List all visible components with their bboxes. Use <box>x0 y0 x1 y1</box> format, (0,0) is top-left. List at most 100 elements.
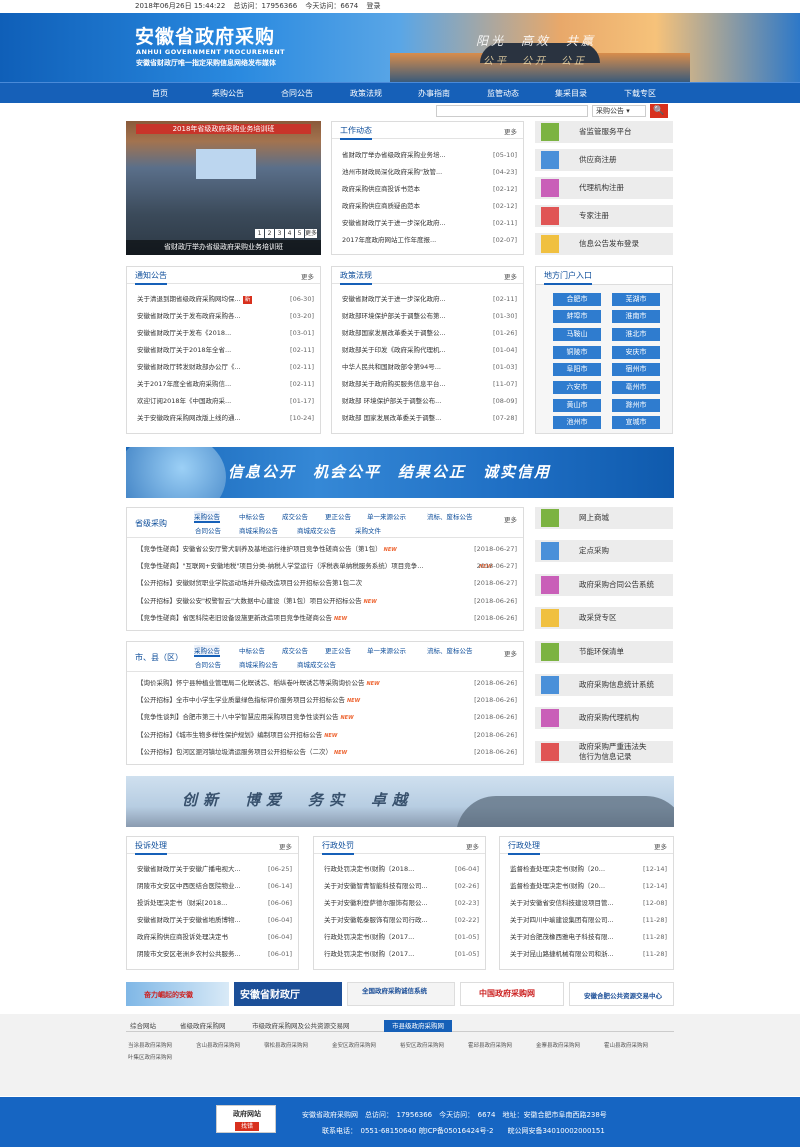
tab-county-sites[interactable]: 市县级政府采购网 <box>384 1020 452 1032</box>
nav-home[interactable]: 首页 <box>130 83 190 104</box>
list-item[interactable]: 关于2017年度全省政府采购信... [02-11] <box>137 376 314 393</box>
list-item[interactable]: 【竞争性磋商】安徽省公安厅警犬驯养及基地运行维护项目竞争性磋商公告（第1包） NE… <box>137 541 517 558</box>
tab-contract-notice[interactable]: 合同公告 <box>195 659 221 669</box>
nav-policy[interactable]: 政策法规 <box>336 83 396 104</box>
list-item[interactable]: 关于对四川中瑜建设集团有限公司... [11-28] <box>510 912 667 929</box>
list-item[interactable]: 监督检查处理决定书(财购〔20... [12-14] <box>510 861 667 878</box>
region-wuhu[interactable]: 芜湖市 <box>612 293 660 306</box>
link-anhui-rise[interactable]: 奋力崛起的安徽 <box>126 982 229 1006</box>
service-agency[interactable]: 政府采购代理机构 <box>535 707 673 729</box>
search-button[interactable]: 🔍 <box>650 104 668 118</box>
city-more[interactable]: 更多 <box>504 648 517 658</box>
link-finance-dept[interactable]: 安徽省财政厅 <box>234 982 342 1006</box>
tab-procurement-notice[interactable]: 采购公告 <box>194 645 220 657</box>
tab-provincial-sites[interactable]: 省级政府采购网 <box>180 1020 226 1032</box>
complaint-more[interactable]: 更多 <box>279 841 292 851</box>
list-item[interactable]: 阴陵市文安区中西医结合医院物业... [06-14] <box>137 878 292 895</box>
county-link[interactable]: 当涂县政府采购网 <box>128 1041 172 1049</box>
list-item[interactable]: 关于对安徽智青智能科技有限公司... [02-26] <box>324 878 479 895</box>
nav-download[interactable]: 下载专区 <box>610 83 670 104</box>
list-item[interactable]: 政府采购供应商质疑函范本 [02-12] <box>342 198 517 215</box>
tab-procurement-docs[interactable]: 采购文件 <box>355 525 381 535</box>
admin-more[interactable]: 更多 <box>654 841 667 851</box>
tab-mall-deal[interactable]: 商城成交公告 <box>297 659 336 669</box>
region-huangshan[interactable]: 黄山市 <box>553 399 601 412</box>
county-link[interactable]: 霍邱县政府采购网 <box>468 1041 512 1049</box>
list-item[interactable]: 关于对昆山路捷机械有限公司和浙... [11-28] <box>510 946 667 963</box>
region-maanshan[interactable]: 马鞍山 <box>553 328 601 341</box>
tab-deal-notice[interactable]: 成交公告 <box>282 645 308 655</box>
region-fuyang[interactable]: 阜阳市 <box>553 363 601 376</box>
list-item[interactable]: 安徽省财政厅关于发布《2018... [03-01] <box>137 325 314 342</box>
list-item[interactable]: 财政部 环境保护部关于调整公布... [08-09] <box>342 393 517 410</box>
list-item[interactable]: 安徽省财政厅关于发布政府采购各... [03-20] <box>137 308 314 325</box>
list-item[interactable]: 【公开招标】安徽公安"权警智云"大数据中心建设（第1包）项目公开招标公告 NEW[… <box>137 593 517 610</box>
list-item[interactable]: 中华人民共和国财政部令第94号... [01-03] <box>342 359 517 376</box>
service-eco-list[interactable]: 节能环保清单 <box>535 641 673 663</box>
county-link[interactable]: 裕安区政府采购网 <box>400 1041 444 1049</box>
region-bengbu[interactable]: 蚌埠市 <box>553 310 601 323</box>
nav-contract-notice[interactable]: 合同公告 <box>267 83 327 104</box>
list-item[interactable]: 行政处罚决定书(财购〔2017... [01-05] <box>324 929 479 946</box>
list-item[interactable]: 【竞争性磋商】"互联网+安徽地税"项目分类-纳税人学堂运行（浮税表单纳税服务系统… <box>137 558 463 575</box>
service-dishonesty-records[interactable]: 政府采购严重违法失信行为信息记录 <box>535 741 673 763</box>
list-item[interactable]: 【公开招标】包河区淝河镇垃圾清运服务项目公开招标公告（二次） NEW [2018-0… <box>137 744 517 761</box>
list-item[interactable]: 池州市财政局深化政府采购"放管... [04-23] <box>342 164 517 181</box>
service-expert-register[interactable]: 专家注册 <box>535 205 673 227</box>
nav-procurement-notice[interactable]: 采购公告 <box>198 83 258 104</box>
list-item[interactable]: 财政部关于印发《政府采购代理机... [01-04] <box>342 342 517 359</box>
list-item[interactable]: 【竞争性磋商】省医科院老旧设备设施更新改造项目竞争性磋商公告 NEW [2018-0… <box>137 610 517 627</box>
county-link[interactable]: 金安区政府采购网 <box>332 1041 376 1049</box>
region-suzhou[interactable]: 宿州市 <box>612 363 660 376</box>
tab-award-notice[interactable]: 中标公告 <box>239 645 265 655</box>
tab-mall-procurement[interactable]: 商城采购公告 <box>239 525 278 535</box>
list-item[interactable]: 【竞争性谈判】合肥市第三十八中学智慧应用采购项目竞争性谈判公告 NEW [2018-… <box>137 709 517 726</box>
login-link[interactable]: 登录 <box>366 2 380 10</box>
link-ccgp[interactable]: 中国政府采购网 <box>460 982 564 1006</box>
tab-mall-deal[interactable]: 商城成交公告 <box>297 525 336 535</box>
tab-deal-notice[interactable]: 成交公告 <box>282 511 308 521</box>
slider-page-5[interactable]: 5 <box>295 229 304 238</box>
list-item[interactable]: 阴陵市文安区老洲乡农村公共服务... [06-01] <box>137 946 292 963</box>
tab-mall-procurement[interactable]: 商城采购公告 <box>239 659 278 669</box>
list-item[interactable]: 关于安徽政府采购网改版上线的通... [10-24] <box>137 410 314 427</box>
service-supplier-register[interactable]: 供应商注册 <box>535 149 673 171</box>
tab-failed-bid[interactable]: 流标、废标公告 <box>427 645 473 655</box>
service-supervision-platform[interactable]: 省监管服务平台 <box>535 121 673 143</box>
tab-single-source[interactable]: 单一来源公示 <box>367 645 406 655</box>
tab-general-sites[interactable]: 综合网站 <box>130 1020 156 1032</box>
tab-correction-notice[interactable]: 更正公告 <box>325 511 351 521</box>
region-chuzhou[interactable]: 滁州市 <box>612 399 660 412</box>
list-item[interactable]: 欢迎订阅2018年《中国政府采... [01-17] <box>137 393 314 410</box>
link-hefei-exchange[interactable]: 安徽合肥公共资源交易中心 <box>569 982 674 1006</box>
county-link[interactable]: 含山县政府采购网 <box>196 1041 240 1049</box>
list-item[interactable]: 政府采购供应商投诉处理决定书 [06-04] <box>137 929 292 946</box>
region-huaibei[interactable]: 淮北市 <box>612 328 660 341</box>
list-item[interactable]: 投诉处理决定书（财采[2018... [06-06] <box>137 895 292 912</box>
county-link[interactable]: 金寨县政府采购网 <box>536 1041 580 1049</box>
service-designated-procurement[interactable]: 定点采购 <box>535 540 673 562</box>
nav-guide[interactable]: 办事指南 <box>404 83 464 104</box>
list-item[interactable]: 财政部 国家发展改革委关于调整... [07-28] <box>342 410 517 427</box>
tab-city-sites[interactable]: 市级政府采购网及公共资源交易网 <box>252 1020 350 1032</box>
slider-page-4[interactable]: 4 <box>285 229 294 238</box>
search-input[interactable] <box>436 105 588 117</box>
region-anqing[interactable]: 安庆市 <box>612 346 660 359</box>
list-item[interactable]: 【公开招标】安徽财贸职业学院运动场并升级改造项目公开招标公告第1包二次 [2018… <box>137 575 517 592</box>
service-loan-zone[interactable]: 政采贷专区 <box>535 607 673 629</box>
nav-supervision[interactable]: 监管动态 <box>473 83 533 104</box>
tab-single-source[interactable]: 单一来源公示 <box>367 511 406 521</box>
slider-page-1[interactable]: 1 <box>255 229 264 238</box>
list-item[interactable]: 财政部关于政府购买服务信息平台... [11-07] <box>342 376 517 393</box>
tab-procurement-notice[interactable]: 采购公告 <box>194 511 220 523</box>
list-item[interactable]: 【询价采购】怀宁县种植业管理局二化螟诱芯、稻纵卷叶螟诱芯等采购询价公告 NEW [2… <box>137 675 517 692</box>
list-item[interactable]: 监督检查处理决定书(财购〔20... [12-14] <box>510 878 667 895</box>
region-hefei[interactable]: 合肥市 <box>553 293 601 306</box>
list-item[interactable]: 2017年度政府网站工作年度报... [02-07] <box>342 232 517 249</box>
list-item[interactable]: 行政处罚决定书(财购〔2018... [06-04] <box>324 861 479 878</box>
list-item[interactable]: 安徽省财政厅关于进一步深化政府... [02-11] <box>342 215 517 232</box>
list-item[interactable]: 安徽省财政厅关于进一步深化政府... [02-11] <box>342 291 517 308</box>
tab-failed-bid[interactable]: 流标、废标公告 <box>427 511 473 521</box>
region-luan[interactable]: 六安市 <box>553 381 601 394</box>
tab-contract-notice[interactable]: 合同公告 <box>195 525 221 535</box>
